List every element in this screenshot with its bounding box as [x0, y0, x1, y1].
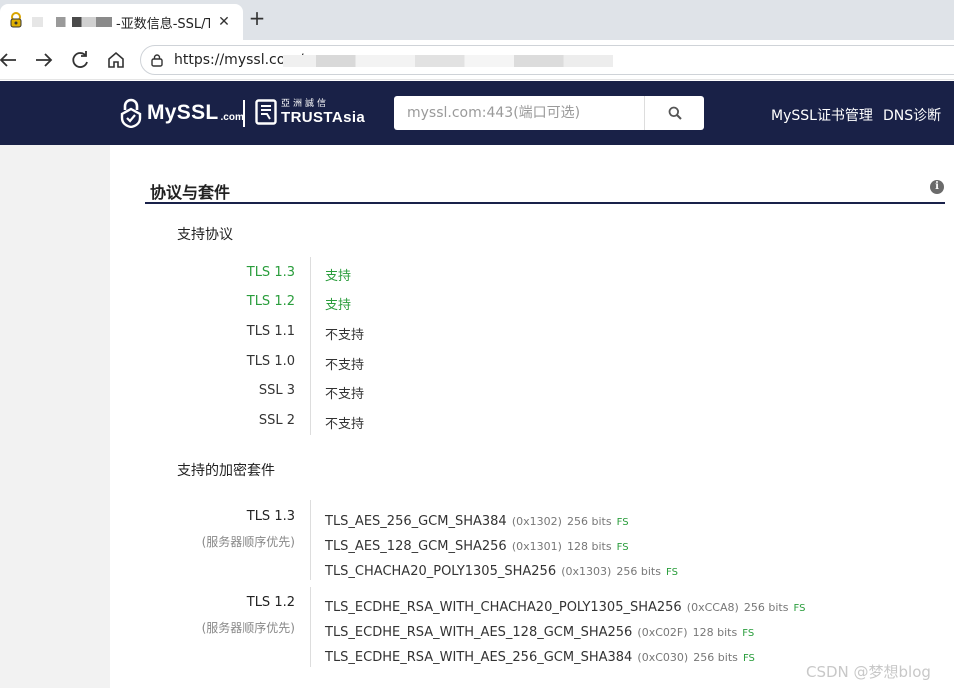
suite-name: TLS_AES_256_GCM_SHA384 [325, 514, 507, 529]
suite-fs-badge: FS [742, 628, 755, 639]
tab-title: -亚数信息-SSL/TLS [116, 17, 210, 32]
cipher-suite-row: TLS_ECDHE_RSA_WITH_AES_256_GCM_SHA384 (0… [325, 646, 755, 665]
protocols-heading: 支持协议 [177, 227, 233, 243]
search-button[interactable] [644, 96, 704, 130]
tab-title-redacted [32, 17, 112, 27]
suite-hex: (0xCCA8) [686, 601, 739, 614]
suite-group-version: TLS 1.3 [246, 509, 295, 524]
protocol-name: SSL 3 [258, 383, 295, 398]
lock-logo-icon [120, 98, 142, 128]
protocol-status: 不支持 [325, 358, 365, 373]
home-icon[interactable] [104, 48, 128, 72]
watermark: CSDN @梦想blog [806, 663, 931, 681]
nav-cert-management[interactable]: MySSL证书管理 [771, 105, 873, 125]
suite-hex: (0x1301) [511, 540, 562, 553]
suite-group-note: (服务器顺序优先) [201, 621, 295, 635]
suite-bits: 256 bits [567, 515, 612, 528]
suite-bits: 256 bits [693, 651, 738, 664]
protocol-status: 支持 [325, 298, 352, 313]
back-arrow-icon[interactable] [0, 48, 20, 72]
trustasia-mark-icon [255, 99, 277, 125]
suite-fs-badge: FS [666, 567, 678, 578]
address-bar[interactable]: https://myssl.com/ [140, 45, 954, 75]
search-box [394, 96, 704, 130]
cipher-suite-row: TLS_ECDHE_RSA_WITH_CHACHA20_POLY1305_SHA… [325, 596, 805, 615]
protocol-status: 支持 [325, 269, 352, 284]
protocol-name: TLS 1.2 [246, 294, 295, 309]
cipher-suite-row: TLS_AES_256_GCM_SHA384 (0x1302) 256 bits… [325, 510, 629, 529]
suite-bits: 128 bits [567, 540, 612, 553]
suite-divider [310, 500, 311, 580]
suite-hex: (0xC02F) [637, 626, 688, 639]
suite-fs-badge: FS [793, 603, 806, 614]
search-input[interactable] [394, 96, 644, 130]
nav-dns-diagnosis[interactable]: DNS诊断 [883, 105, 941, 125]
cipher-suites-heading: 支持的加密套件 [177, 463, 275, 479]
reload-icon[interactable] [68, 48, 92, 72]
suite-divider [310, 587, 311, 667]
section-title: 协议与套件 [150, 183, 231, 202]
browser-toolbar: https://myssl.com/ [0, 40, 954, 80]
protocol-divider [310, 257, 311, 435]
new-tab-icon[interactable]: + [246, 8, 268, 30]
suite-bits: 128 bits [692, 626, 738, 639]
suite-fs-badge: FS [742, 653, 755, 664]
myssl-logo[interactable]: MySSL .com [119, 97, 244, 129]
logo-com: .com [220, 111, 244, 123]
browser-tab[interactable]: -亚数信息-SSL/TLS ✕ [0, 4, 243, 40]
suite-fs-badge: FS [616, 517, 629, 528]
suite-name: TLS_ECDHE_RSA_WITH_AES_256_GCM_SHA384 [325, 650, 633, 665]
protocol-status: 不支持 [325, 328, 365, 343]
protocol-name: TLS 1.1 [246, 324, 295, 339]
left-margin [0, 145, 110, 688]
lock-icon[interactable] [150, 53, 164, 67]
protocol-name: TLS 1.3 [246, 265, 295, 280]
tab-close-icon[interactable]: ✕ [214, 12, 234, 32]
suite-name: TLS_CHACHA20_POLY1305_SHA256 [325, 564, 557, 579]
suite-hex: (0x1302) [511, 515, 562, 528]
search-icon [668, 106, 682, 120]
forward-arrow-icon[interactable] [32, 48, 56, 72]
protocol-name: TLS 1.0 [246, 354, 295, 369]
suite-group-version: TLS 1.2 [246, 595, 295, 610]
suite-hex: (0xC030) [637, 651, 689, 664]
suite-hex: (0x1303) [561, 565, 612, 578]
browser-tab-bar: -亚数信息-SSL/TLS ✕ + [0, 0, 954, 40]
info-icon[interactable]: i [930, 180, 944, 194]
suite-name: TLS_AES_128_GCM_SHA256 [325, 539, 507, 554]
suite-fs-badge: FS [616, 542, 629, 553]
cipher-suite-row: TLS_CHACHA20_POLY1305_SHA256 (0x1303) 25… [325, 560, 678, 579]
suite-name: TLS_ECDHE_RSA_WITH_CHACHA20_POLY1305_SHA… [325, 600, 682, 615]
section-divider [145, 202, 945, 204]
trustasia-logo[interactable]: 亞洲誠信 TRUSTAsia [255, 99, 365, 125]
lock-favicon-icon [10, 12, 22, 28]
cipher-suite-row: TLS_AES_128_GCM_SHA256 (0x1301) 128 bits… [325, 535, 629, 554]
protocol-name: SSL 2 [258, 413, 295, 428]
suite-name: TLS_ECDHE_RSA_WITH_AES_128_GCM_SHA256 [325, 625, 633, 640]
cipher-suite-row: TLS_ECDHE_RSA_WITH_AES_128_GCM_SHA256 (0… [325, 621, 754, 640]
url-redacted [283, 55, 613, 67]
suite-bits: 256 bits [743, 601, 789, 614]
site-header: MySSL .com 亞洲誠信 TRUSTAsia MySSL证书管理 DNS诊… [0, 81, 954, 145]
protocol-status: 不支持 [325, 417, 365, 432]
protocol-status: 不支持 [325, 387, 365, 402]
suite-bits: 256 bits [616, 565, 661, 578]
trustasia-en: TRUSTAsia [281, 109, 366, 126]
logo-divider [243, 100, 245, 127]
logo-text: MySSL [147, 101, 219, 124]
suite-group-note: (服务器顺序优先) [201, 535, 295, 549]
